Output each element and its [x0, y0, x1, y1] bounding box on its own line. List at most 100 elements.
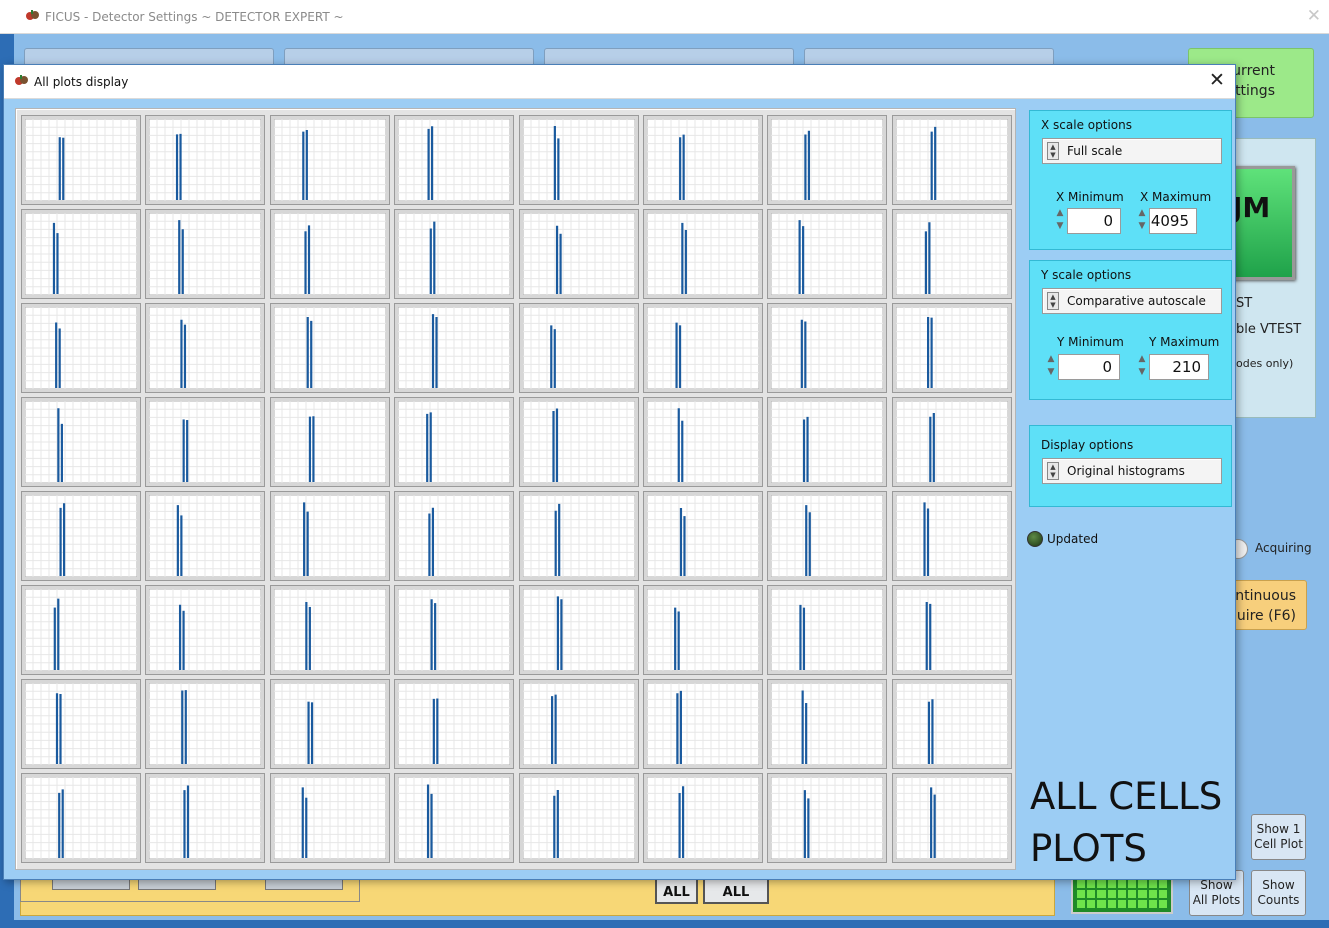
cell-plot[interactable] — [145, 209, 265, 299]
cell-plot[interactable] — [270, 773, 390, 863]
histogram-plot — [149, 495, 261, 577]
cell-plot[interactable] — [270, 397, 390, 487]
histogram-plot — [25, 401, 137, 483]
cell-plot[interactable] — [643, 679, 763, 769]
cell-plot[interactable] — [519, 209, 639, 299]
cell-plot[interactable] — [767, 303, 887, 393]
cell-plot[interactable] — [270, 209, 390, 299]
cell-plot[interactable] — [394, 115, 514, 205]
cell-plot[interactable] — [643, 209, 763, 299]
histogram-plot — [25, 307, 137, 389]
cell-plot[interactable] — [21, 679, 141, 769]
main-close-icon[interactable]: ✕ — [1307, 6, 1321, 26]
x-min-stepper-icon[interactable]: ▲ ▼ — [1054, 207, 1066, 235]
cell-plot[interactable] — [892, 209, 1012, 299]
cell-plot[interactable] — [519, 397, 639, 487]
histogram-plot — [647, 401, 759, 483]
cell-plot[interactable] — [394, 397, 514, 487]
up-down-arrows-icon[interactable]: ▲ ▼ — [1047, 292, 1059, 310]
cell-plot[interactable] — [145, 115, 265, 205]
display-mode-select[interactable]: ▲ ▼ Original histograms — [1042, 458, 1222, 484]
dialog-titlebar: All plots display ✕ — [4, 65, 1235, 99]
up-down-arrows-icon[interactable]: ▲ ▼ — [1047, 462, 1059, 480]
dialog-close-icon[interactable]: ✕ — [1207, 69, 1227, 91]
histogram-plot — [25, 213, 137, 295]
cell-plot[interactable] — [270, 115, 390, 205]
cell-plot[interactable] — [519, 491, 639, 581]
cell-plot[interactable] — [767, 585, 887, 675]
show-all-line1: Show — [1200, 878, 1233, 892]
cell-plot[interactable] — [21, 115, 141, 205]
cell-plot[interactable] — [643, 397, 763, 487]
cell-plot[interactable] — [21, 397, 141, 487]
histogram-plot — [274, 777, 386, 859]
cell-plot[interactable] — [767, 773, 887, 863]
cell-plot[interactable] — [394, 303, 514, 393]
cell-plot[interactable] — [519, 303, 639, 393]
histogram-plot — [647, 495, 759, 577]
x-scale-select[interactable]: ▲ ▼ Full scale — [1042, 138, 1222, 164]
cell-plot[interactable] — [643, 585, 763, 675]
cell-plot[interactable] — [145, 491, 265, 581]
cell-plot[interactable] — [270, 585, 390, 675]
cell-plot[interactable] — [21, 491, 141, 581]
cell-plot[interactable] — [270, 679, 390, 769]
acquire-line1: ntinuous — [1235, 588, 1296, 604]
cell-plot[interactable] — [892, 585, 1012, 675]
y-max-stepper-icon[interactable]: ▲ ▼ — [1136, 353, 1148, 381]
x-min-input[interactable]: 0 — [1067, 208, 1121, 234]
cell-plot[interactable] — [270, 303, 390, 393]
cell-plot[interactable] — [519, 585, 639, 675]
cell-plot[interactable] — [643, 303, 763, 393]
y-scale-select[interactable]: ▲ ▼ Comparative autoscale — [1042, 288, 1222, 314]
cell-plot[interactable] — [519, 773, 639, 863]
show-counts-button[interactable]: Show Counts — [1251, 870, 1306, 916]
y-min-input[interactable]: 0 — [1058, 354, 1120, 380]
x-max-input[interactable]: 4095 — [1149, 208, 1197, 234]
cell-plot[interactable] — [394, 773, 514, 863]
cell-plot[interactable] — [145, 303, 265, 393]
cell-plot[interactable] — [767, 679, 887, 769]
y-max-input[interactable]: 210 — [1149, 354, 1209, 380]
ficus-app-icon — [26, 10, 39, 20]
histogram-plot — [149, 401, 261, 483]
cell-plot[interactable] — [394, 679, 514, 769]
cell-plot[interactable] — [643, 491, 763, 581]
cell-plot[interactable] — [767, 115, 887, 205]
cell-plot[interactable] — [394, 585, 514, 675]
histogram-plot — [771, 777, 883, 859]
up-down-arrows-icon[interactable]: ▲ ▼ — [1047, 142, 1059, 160]
y-min-stepper-icon[interactable]: ▲ ▼ — [1045, 353, 1057, 381]
cell-plot[interactable] — [767, 209, 887, 299]
histogram-plot — [274, 213, 386, 295]
continuous-acquire-button[interactable]: ntinuous quire (F6) — [1225, 580, 1307, 630]
cell-plot[interactable] — [394, 209, 514, 299]
cell-plot[interactable] — [892, 115, 1012, 205]
cell-plot[interactable] — [21, 585, 141, 675]
cell-plot[interactable] — [394, 491, 514, 581]
cell-plot[interactable] — [892, 491, 1012, 581]
cell-plot[interactable] — [145, 773, 265, 863]
cell-plot[interactable] — [21, 773, 141, 863]
cell-plot[interactable] — [519, 115, 639, 205]
show-1-cell-plot-button[interactable]: Show 1 Cell Plot — [1251, 814, 1306, 860]
cell-plot[interactable] — [21, 209, 141, 299]
cell-plot[interactable] — [145, 679, 265, 769]
cell-plot[interactable] — [21, 303, 141, 393]
histogram-plot — [523, 401, 635, 483]
cell-plot[interactable] — [892, 397, 1012, 487]
histogram-plot — [274, 401, 386, 483]
cell-plot[interactable] — [892, 303, 1012, 393]
cell-plot[interactable] — [767, 397, 887, 487]
cell-plot[interactable] — [892, 679, 1012, 769]
cell-plot[interactable] — [643, 115, 763, 205]
cell-plot[interactable] — [145, 397, 265, 487]
cell-plot[interactable] — [643, 773, 763, 863]
cell-plot[interactable] — [270, 491, 390, 581]
cell-plot[interactable] — [145, 585, 265, 675]
cell-plot[interactable] — [767, 491, 887, 581]
histogram-plot — [896, 119, 1008, 201]
x-max-stepper-icon[interactable]: ▲ ▼ — [1136, 207, 1148, 235]
cell-plot[interactable] — [892, 773, 1012, 863]
cell-plot[interactable] — [519, 679, 639, 769]
